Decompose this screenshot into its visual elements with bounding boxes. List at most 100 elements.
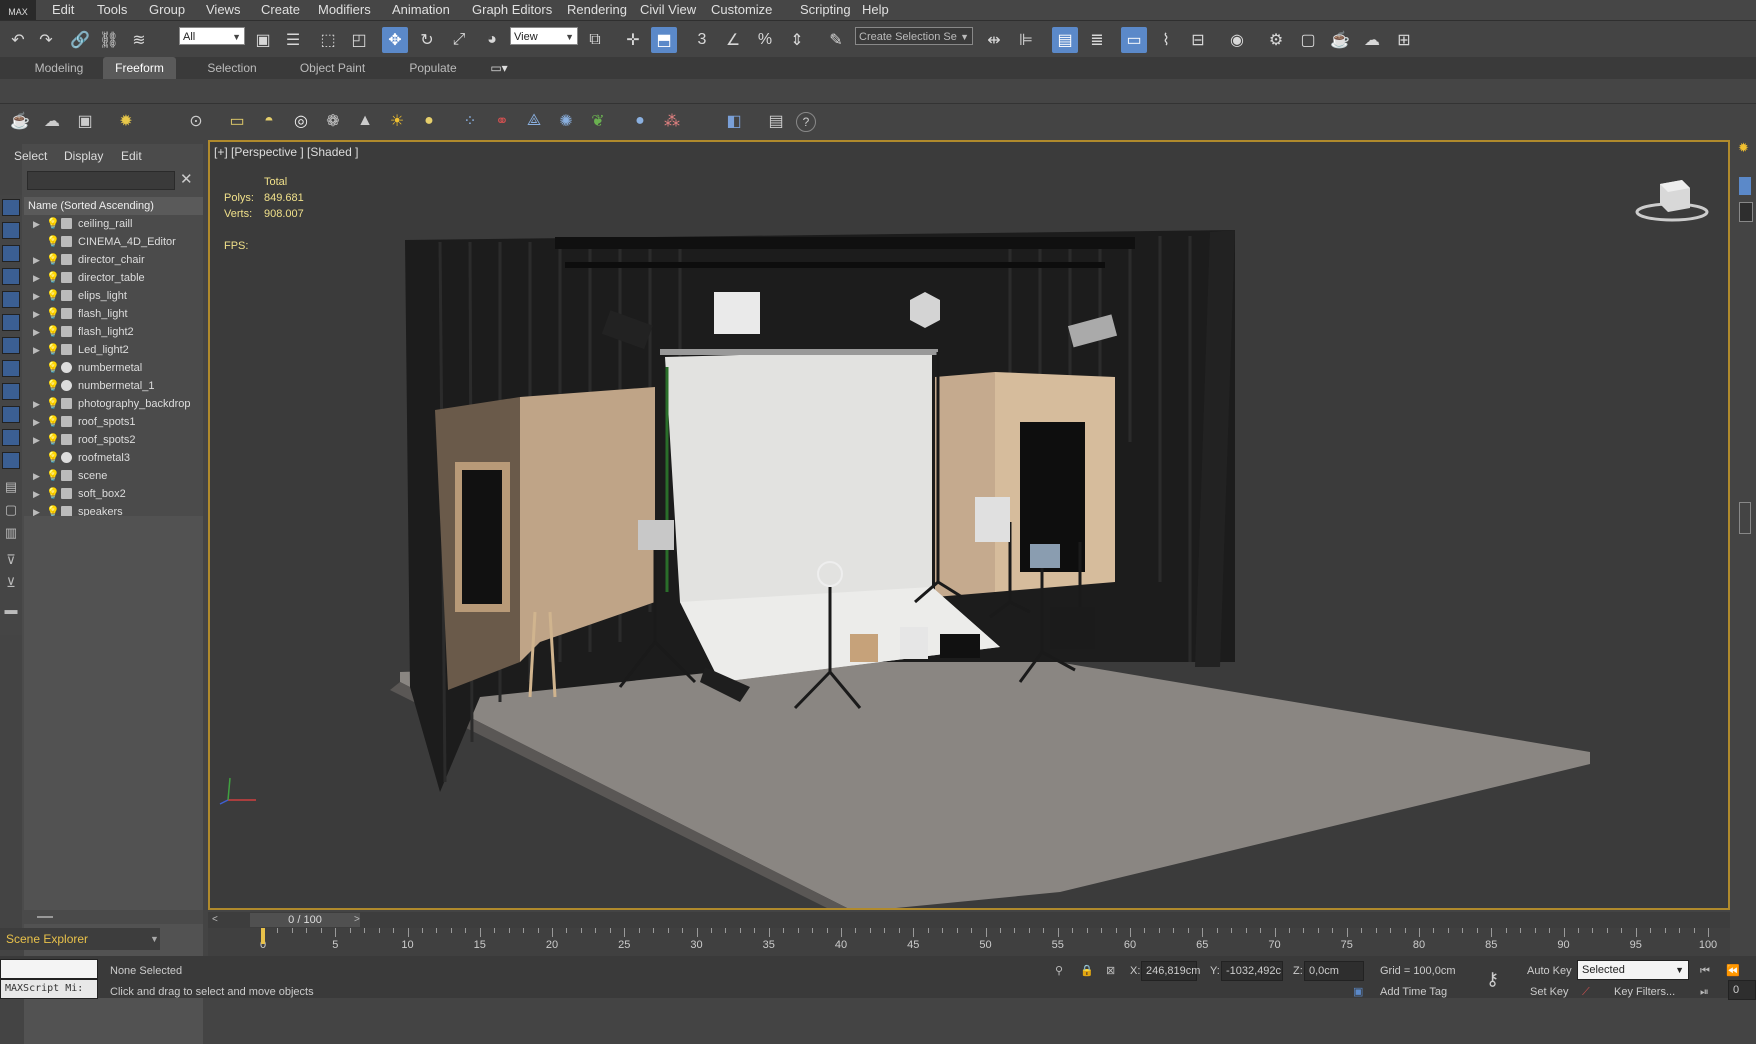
light-bulb-icon[interactable]: 💡 <box>46 362 60 374</box>
display-object-xrefs-icon[interactable] <box>2 360 20 377</box>
expand-arrow-icon[interactable]: ▶ <box>33 287 40 305</box>
key-mode-dropdown[interactable]: Selected ▼ <box>1577 960 1689 980</box>
spinner-snap-icon[interactable]: ⇕ <box>784 27 810 53</box>
select-object-icon[interactable]: ▣ <box>250 27 276 53</box>
light-bulb-icon[interactable]: 💡 <box>46 434 60 446</box>
ribbon-toggle-icon[interactable]: ▭ <box>1121 27 1147 53</box>
explorer-menu-edit[interactable]: Edit <box>121 144 142 168</box>
expand-arrow-icon[interactable]: ▶ <box>33 251 40 269</box>
scene-object-row[interactable]: ▶ 💡 photography_backdrop <box>24 395 203 413</box>
display-all-icon[interactable]: ▤ <box>2 478 20 495</box>
auto-key-button[interactable]: Auto Key <box>1527 961 1572 981</box>
panel-field[interactable] <box>1739 202 1753 222</box>
set-key-button[interactable]: Set Key <box>1530 982 1569 1002</box>
layer-explorer-icon[interactable]: ≣ <box>1084 27 1110 53</box>
light-bulb-icon[interactable]: 💡 <box>46 254 60 266</box>
curve-editor-icon[interactable]: ⌇ <box>1153 27 1179 53</box>
select-by-name-icon[interactable]: ☰ <box>280 27 306 53</box>
ribbon-options-icon[interactable]: ▭▾ <box>484 57 514 79</box>
x-coord-field[interactable]: 246,819cm <box>1141 961 1200 981</box>
scene-object-row[interactable]: ▶ 💡 soft_box2 <box>24 485 203 503</box>
menu-help[interactable]: Help <box>862 0 889 20</box>
render-production-icon[interactable]: ☕ <box>1327 27 1353 53</box>
scene-object-row[interactable]: ▶ 💡 flash_light2 <box>24 323 203 341</box>
menu-group[interactable]: Group <box>149 0 185 20</box>
scene-object-row[interactable]: 💡 numbermetal <box>24 359 203 377</box>
expand-arrow-icon[interactable]: ▶ <box>33 341 40 359</box>
light-bulb-icon[interactable]: 💡 <box>46 344 60 356</box>
menu-customize[interactable]: Customize <box>711 0 772 20</box>
tab-populate[interactable]: Populate <box>398 57 468 79</box>
scene-explorer-toggle-icon[interactable]: ▤ <box>1052 27 1078 53</box>
omni-light-icon[interactable]: ● <box>417 109 441 133</box>
light-bulb-icon[interactable]: 💡 <box>46 308 60 320</box>
expand-arrow-icon[interactable]: ▶ <box>33 485 40 503</box>
expand-arrow-icon[interactable]: ▶ <box>33 269 40 287</box>
display-none-icon[interactable]: ▢ <box>2 501 20 518</box>
align-icon[interactable]: ⊫ <box>1013 27 1039 53</box>
light-bulb-icon[interactable]: 💡 <box>46 380 60 392</box>
pivot-center-icon[interactable]: ⧉ <box>582 27 608 53</box>
menu-rendering[interactable]: Rendering <box>567 0 627 20</box>
redo-icon[interactable]: ↷ <box>33 27 59 53</box>
light-bulb-icon[interactable]: 💡 <box>46 326 60 338</box>
display-groups-icon[interactable] <box>2 337 20 354</box>
display-containers-icon[interactable] <box>2 406 20 423</box>
z-coord-field[interactable]: 0,0cm <box>1304 961 1364 981</box>
material-sphere-icon[interactable]: ● <box>628 109 652 133</box>
time-tag-icon[interactable]: ▣ <box>1353 982 1363 1002</box>
time-slider-next-icon[interactable]: > <box>354 912 360 928</box>
menu-views[interactable]: Views <box>206 0 240 20</box>
menu-edit[interactable]: Edit <box>52 0 74 20</box>
selection-lock-icon[interactable]: 🔒 <box>1080 961 1094 981</box>
track-bar[interactable]: 0 5 10 15 20 25 30 35 40 45 50 55 60 65 70 75 80 85 90 95 10… <box>208 928 1730 956</box>
menu-graph-editors[interactable]: Graph Editors <box>472 0 552 20</box>
expand-arrow-icon[interactable]: ▶ <box>33 413 40 431</box>
light-bulb-icon[interactable]: 💡 <box>46 416 60 428</box>
rectangular-selection-icon[interactable]: ⬚ <box>315 27 341 53</box>
bind-space-warp-icon[interactable]: ≋ <box>126 27 152 53</box>
shape-icon[interactable]: ☁ <box>40 109 64 133</box>
render-setup-icon[interactable]: ⚙ <box>1263 27 1289 53</box>
image-icon[interactable]: ▣ <box>73 109 97 133</box>
light-icon[interactable]: ✹ <box>114 109 138 133</box>
light-bulb-icon[interactable]: 💡 <box>46 290 60 302</box>
display-hidden-icon[interactable] <box>2 452 20 469</box>
explorer-menu-display[interactable]: Display <box>64 144 103 168</box>
link-icon[interactable]: 🔗 <box>67 27 93 53</box>
scene-object-row[interactable]: 💡 CINEMA_4D_Editor <box>24 233 203 251</box>
tab-object-paint[interactable]: Object Paint <box>290 57 375 79</box>
display-lights-icon[interactable] <box>2 245 20 262</box>
sun-icon[interactable]: ✹ <box>1738 140 1750 158</box>
light-bulb-icon[interactable]: 💡 <box>46 272 60 284</box>
light-bulb-icon[interactable]: 💡 <box>46 398 60 410</box>
panel-tab-icon[interactable] <box>1739 177 1751 195</box>
light-bulb-icon[interactable]: 💡 <box>46 488 60 500</box>
display-helpers-icon[interactable] <box>2 291 20 308</box>
mesh-icon[interactable]: ⟁ <box>522 109 546 133</box>
expand-arrow-icon[interactable]: ▶ <box>33 395 40 413</box>
select-and-place-icon[interactable]: ◕ <box>479 27 505 53</box>
keyboard-shortcut-override-icon[interactable]: ⬒ <box>651 27 677 53</box>
select-and-scale-icon[interactable]: ⤢ <box>446 27 472 53</box>
app-logo[interactable]: MAX <box>0 0 36 20</box>
snaps-toggle-icon[interactable]: 3 <box>689 27 715 53</box>
current-frame-marker[interactable] <box>261 928 265 944</box>
frame-buffer-icon[interactable]: ▤ <box>764 109 788 133</box>
key-filters-button[interactable]: Key Filters... <box>1614 982 1675 1002</box>
rendered-frame-window-icon[interactable]: ▢ <box>1295 27 1321 53</box>
y-coord-field[interactable]: -1032,492c <box>1221 961 1283 981</box>
panel-control[interactable] <box>1739 502 1751 534</box>
add-time-tag[interactable]: Add Time Tag <box>1380 982 1447 1002</box>
menu-tools[interactable]: Tools <box>97 0 127 20</box>
select-and-move-icon[interactable]: ✥ <box>382 27 408 53</box>
scene-object-row[interactable]: 💡 numbermetal_1 <box>24 377 203 395</box>
menu-scripting[interactable]: Scripting <box>800 0 851 20</box>
toggle-panel-icon[interactable]: ▬ <box>2 601 20 618</box>
explorer-menu-select[interactable]: Select <box>14 144 47 168</box>
perspective-viewport[interactable]: [+] [Perspective ] [Shaded ] Total Polys… <box>208 140 1730 910</box>
scene-object-row[interactable]: ▶ 💡 director_chair <box>24 251 203 269</box>
display-shapes-icon[interactable] <box>2 222 20 239</box>
explorer-name-dropdown[interactable]: Scene Explorer <box>0 928 160 950</box>
particles-icon[interactable]: ⁘ <box>458 109 482 133</box>
